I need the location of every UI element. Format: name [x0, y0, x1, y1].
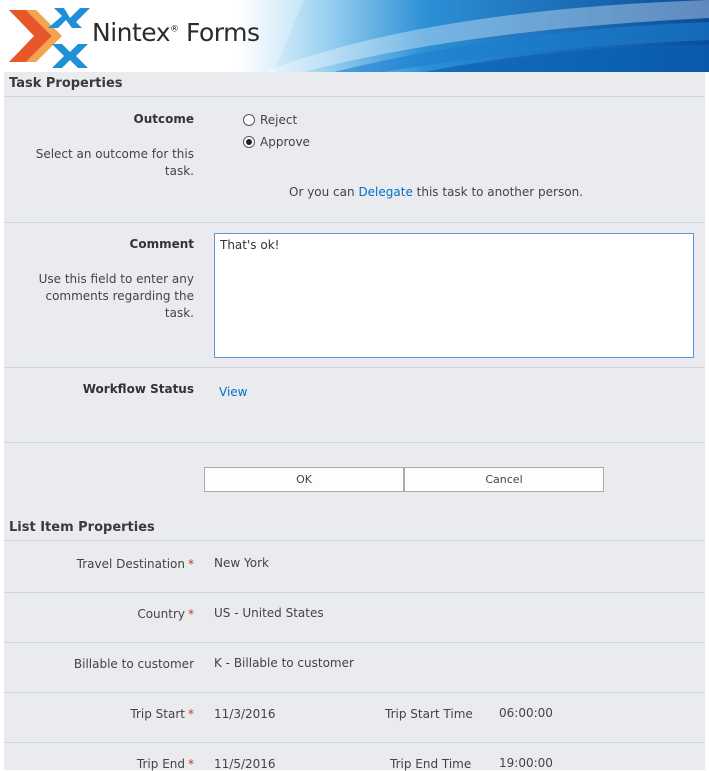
approve-label[interactable]: Approve: [260, 135, 310, 149]
required-marker: *: [188, 607, 194, 621]
travel-destination-label: Travel Destination *: [76, 557, 194, 571]
required-marker: *: [188, 757, 194, 771]
trip-start-label: Trip Start *: [130, 707, 194, 721]
workflow-status-label: Workflow Status: [82, 382, 194, 396]
reject-radio[interactable]: [243, 114, 255, 126]
country-value: US - United States: [214, 606, 324, 620]
workflow-status-view-link[interactable]: View: [219, 385, 247, 399]
ok-button[interactable]: OK: [204, 467, 404, 492]
comment-description: Use this field to enter any comments reg…: [38, 272, 194, 320]
outcome-description: Select an outcome for this task.: [35, 147, 194, 178]
required-marker: *: [188, 707, 194, 721]
divider: [4, 222, 705, 223]
list-item-properties-header: List Item Properties: [4, 516, 705, 541]
delegate-link[interactable]: Delegate: [358, 185, 412, 199]
task-properties-header: Task Properties: [4, 72, 705, 97]
trip-end-value: 11/5/2016: [214, 757, 276, 771]
divider: [4, 367, 705, 368]
comment-label: Comment: [129, 237, 194, 251]
delegate-text: Or you can Delegate this task to another…: [289, 185, 583, 199]
trip-end-time-label: Trip End Time: [390, 757, 472, 771]
divider: [4, 742, 705, 743]
divider: [4, 442, 705, 443]
billable-label: Billable to customer: [73, 657, 194, 671]
outcome-reject-option[interactable]: Reject: [243, 113, 297, 127]
country-label: Country *: [137, 607, 194, 621]
outcome-approve-option[interactable]: Approve: [243, 135, 310, 149]
nintex-forms-banner: Nintex® Forms: [4, 0, 709, 72]
brand-wordmark: Nintex® Forms: [92, 18, 260, 47]
reject-label[interactable]: Reject: [260, 113, 297, 127]
trip-end-time-value: 19:00:00: [499, 756, 553, 770]
trip-start-value: 11/3/2016: [214, 707, 276, 721]
outcome-label: Outcome: [133, 112, 194, 126]
trip-start-time-value: 06:00:00: [499, 706, 553, 720]
task-form: Task Properties Outcome Select an outcom…: [4, 72, 705, 771]
trip-end-label: Trip End *: [136, 757, 194, 771]
trip-start-time-label: Trip Start Time: [385, 707, 473, 721]
travel-destination-value: New York: [214, 556, 269, 570]
comment-textarea[interactable]: That's ok!: [214, 233, 694, 358]
divider: [4, 692, 705, 693]
billable-value: K - Billable to customer: [214, 656, 354, 670]
required-marker: *: [188, 557, 194, 571]
cancel-button[interactable]: Cancel: [404, 467, 604, 492]
divider: [4, 642, 705, 643]
approve-radio[interactable]: [243, 136, 255, 148]
divider: [4, 592, 705, 593]
